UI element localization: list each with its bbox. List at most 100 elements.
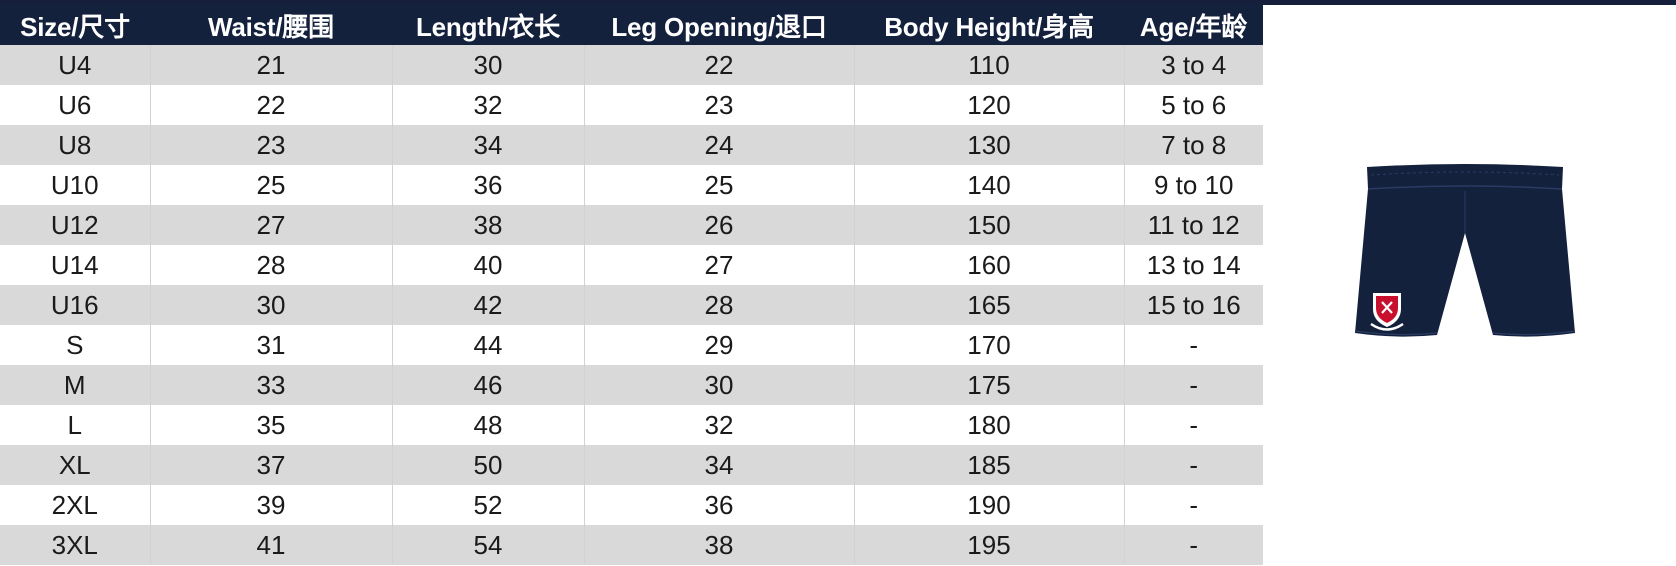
- cell-length: 44: [392, 325, 585, 365]
- table-body: U4 21 30 22 110 3 to 4 U6 22 32 23 120 5 to 6 U8 23 34…: [0, 45, 1263, 565]
- table-row: M 33 46 30 175-: [0, 365, 1263, 405]
- cell-age: 3 to 4: [1124, 45, 1263, 85]
- cell-length: 46: [392, 365, 585, 405]
- cell-body-height: 195: [854, 525, 1125, 565]
- cell-body-height: 185: [854, 445, 1125, 485]
- cell-waist: 23: [150, 125, 393, 165]
- cell-length: 34: [392, 125, 585, 165]
- cell-length: 52: [392, 485, 585, 525]
- cell-waist: 35: [150, 405, 393, 445]
- table-row: U16 30 42 28 165 15 to 16: [0, 285, 1263, 325]
- cell-waist: 28: [150, 245, 393, 285]
- cell-leg-opening: 27: [584, 245, 855, 285]
- cell-body-height: 120: [854, 85, 1125, 125]
- cell-body-height: 175: [854, 365, 1125, 405]
- table-row: U14 28 40 27 160 13 to 14: [0, 245, 1263, 285]
- cell-age: -: [1124, 365, 1263, 405]
- cell-length: 38: [392, 205, 585, 245]
- cell-size: U4: [0, 45, 151, 85]
- cell-age: 9 to 10: [1124, 165, 1263, 205]
- cell-length: 32: [392, 85, 585, 125]
- cell-leg-opening: 24: [584, 125, 855, 165]
- table-row: XL 37 50 34 185-: [0, 445, 1263, 485]
- cell-size: U10: [0, 165, 151, 205]
- cell-size: U14: [0, 245, 151, 285]
- cell-leg-opening: 34: [584, 445, 855, 485]
- cell-waist: 22: [150, 85, 393, 125]
- cell-size: U8: [0, 125, 151, 165]
- cell-body-height: 150: [854, 205, 1125, 245]
- cell-size: 2XL: [0, 485, 151, 525]
- shorts-image: [1355, 164, 1575, 337]
- cell-leg-opening: 32: [584, 405, 855, 445]
- cell-waist: 30: [150, 285, 393, 325]
- table-row: U12 27 38 26 150 11 to 12: [0, 205, 1263, 245]
- cell-waist: 33: [150, 365, 393, 405]
- cell-waist: 27: [150, 205, 393, 245]
- table-row: U8 23 34 24 130 7 to 8: [0, 125, 1263, 165]
- size-chart-page: Size/尺寸 Waist/腰围 Length/衣长 Leg Opening/退…: [0, 0, 1676, 566]
- cell-leg-opening: 28: [584, 285, 855, 325]
- cell-length: 36: [392, 165, 585, 205]
- cell-body-height: 165: [854, 285, 1125, 325]
- cell-waist: 37: [150, 445, 393, 485]
- cell-body-height: 180: [854, 405, 1125, 445]
- table-row: S 31 44 29 170-: [0, 325, 1263, 365]
- cell-age: -: [1124, 325, 1263, 365]
- cell-length: 40: [392, 245, 585, 285]
- cell-age: -: [1124, 405, 1263, 445]
- cell-age: 7 to 8: [1124, 125, 1263, 165]
- cell-waist: 25: [150, 165, 393, 205]
- cell-leg-opening: 38: [584, 525, 855, 565]
- cell-size: U6: [0, 85, 151, 125]
- cell-size: U16: [0, 285, 151, 325]
- cell-body-height: 190: [854, 485, 1125, 525]
- header-waist: Waist/腰围: [150, 5, 392, 45]
- header-leg-opening: Leg Opening/退口: [584, 5, 854, 45]
- cell-body-height: 130: [854, 125, 1125, 165]
- cell-length: 54: [392, 525, 585, 565]
- header-row: Size/尺寸 Waist/腰围 Length/衣长 Leg Opening/退…: [0, 5, 1263, 45]
- table-row: U4 21 30 22 110 3 to 4: [0, 45, 1263, 85]
- header-length: Length/衣长: [392, 5, 584, 45]
- cell-size: L: [0, 405, 151, 445]
- cell-body-height: 160: [854, 245, 1125, 285]
- cell-body-height: 170: [854, 325, 1125, 365]
- table-row: L 35 48 32 180-: [0, 405, 1263, 445]
- cell-leg-opening: 25: [584, 165, 855, 205]
- header-size: Size/尺寸: [0, 5, 150, 45]
- cell-body-height: 140: [854, 165, 1125, 205]
- header-body-height: Body Height/身高: [854, 5, 1124, 45]
- table-row: 2XL 39 52 36 190-: [0, 485, 1263, 525]
- cell-waist: 31: [150, 325, 393, 365]
- cell-age: 13 to 14: [1124, 245, 1263, 285]
- cell-waist: 39: [150, 485, 393, 525]
- cell-waist: 21: [150, 45, 393, 85]
- header-age: Age/年龄: [1124, 5, 1263, 45]
- cell-leg-opening: 23: [584, 85, 855, 125]
- cell-age: -: [1124, 445, 1263, 485]
- cell-size: U12: [0, 205, 151, 245]
- cell-age: -: [1124, 525, 1263, 565]
- cell-size: 3XL: [0, 525, 151, 565]
- cell-length: 48: [392, 405, 585, 445]
- cell-leg-opening: 30: [584, 365, 855, 405]
- table-row: U6 22 32 23 120 5 to 6: [0, 85, 1263, 125]
- cell-length: 30: [392, 45, 585, 85]
- cell-size: XL: [0, 445, 151, 485]
- cell-length: 42: [392, 285, 585, 325]
- cell-age: 11 to 12: [1124, 205, 1263, 245]
- cell-age: 5 to 6: [1124, 85, 1263, 125]
- cell-size: M: [0, 365, 151, 405]
- cell-age: -: [1124, 485, 1263, 525]
- cell-leg-opening: 26: [584, 205, 855, 245]
- cell-leg-opening: 22: [584, 45, 855, 85]
- cell-size: S: [0, 325, 151, 365]
- cell-leg-opening: 29: [584, 325, 855, 365]
- cell-age: 15 to 16: [1124, 285, 1263, 325]
- cell-length: 50: [392, 445, 585, 485]
- table-row: U10 25 36 25 140 9 to 10: [0, 165, 1263, 205]
- cell-body-height: 110: [854, 45, 1125, 85]
- cell-waist: 41: [150, 525, 393, 565]
- cell-leg-opening: 36: [584, 485, 855, 525]
